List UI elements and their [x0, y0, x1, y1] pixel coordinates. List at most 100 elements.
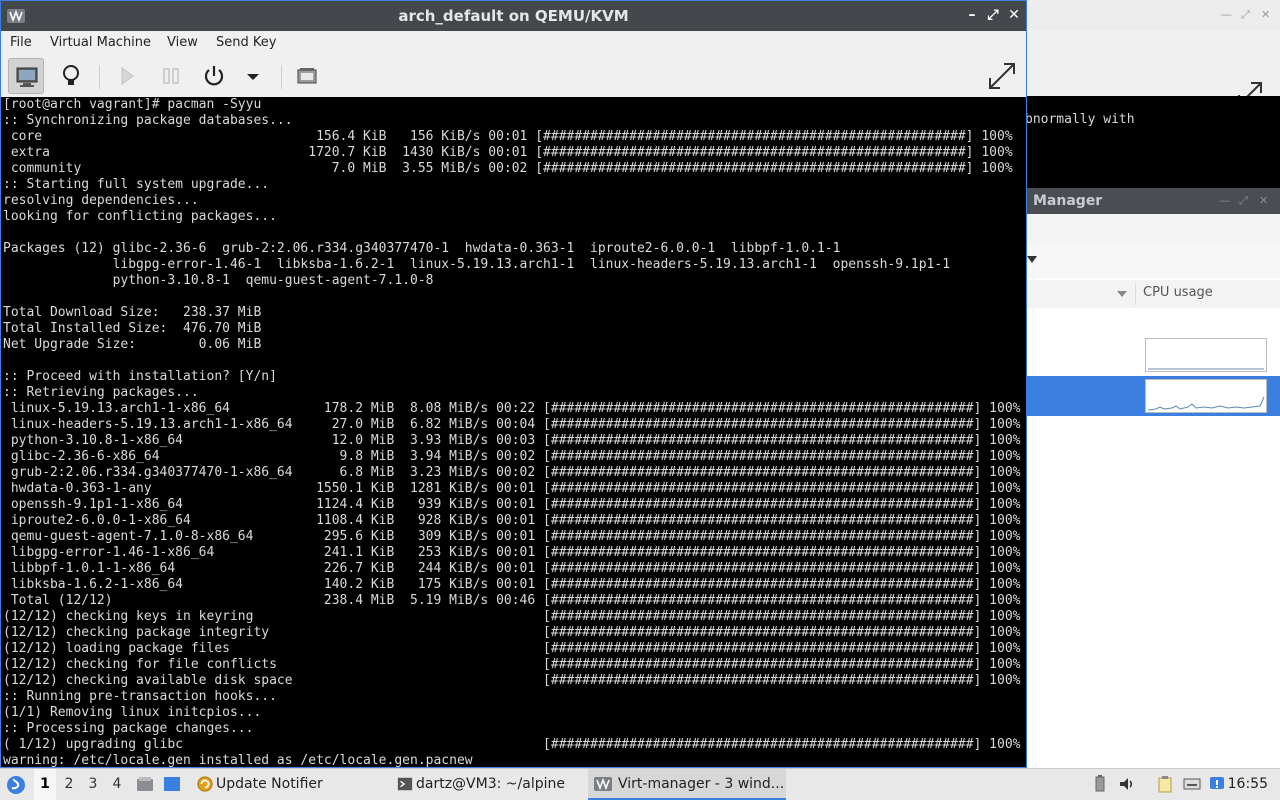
task-virt-manager[interactable]: Virt-manager - 3 wind...	[588, 769, 786, 800]
toolbar	[1, 55, 1026, 97]
cpu-usage-column-header[interactable]: CPU usage	[1143, 285, 1213, 300]
window-titlebar[interactable]: arch_default on QEMU/KVM – ⤢ ✕	[1, 1, 1026, 31]
console-line: linux-5.19.13.arch1-1-x86_64 178.2 MiB 8…	[3, 401, 1021, 416]
vm-console-window: arch_default on QEMU/KVM – ⤢ ✕ File Virt…	[0, 0, 1027, 768]
run-button[interactable]	[109, 58, 145, 94]
console-line: grub-2:2.06.r334.g340377470-1-x86_64 6.8…	[3, 465, 1021, 480]
console-line: libbpf-1.0.1-1-x86_64 226.7 KiB 244 KiB/…	[3, 561, 1021, 576]
menu-file[interactable]: File	[10, 35, 32, 50]
fullscreen-icon	[989, 63, 1015, 89]
clipboard-icon[interactable]	[1156, 775, 1174, 793]
console-line: Packages (12) glibc-2.36-6 grub-2:2.06.r…	[3, 241, 841, 256]
bg-minimize-icon[interactable]: —	[1221, 8, 1232, 21]
shutdown-menu-button[interactable]	[237, 58, 269, 94]
background-terminal-text: bnormally with	[1025, 112, 1135, 127]
toolbar-separator	[99, 65, 100, 89]
window-title: arch_default on QEMU/KVM	[398, 7, 629, 25]
task-label: Virt-manager - 3 wind...	[618, 776, 785, 792]
background-toolbar	[1025, 30, 1280, 106]
console-line: libksba-1.6.2-1-x86_64 140.2 KiB 175 KiB…	[3, 577, 1021, 592]
menu-view[interactable]: View	[167, 35, 198, 50]
screenshot-icon	[297, 68, 317, 84]
update-notifier-icon	[197, 776, 213, 792]
start-menu-icon[interactable]	[6, 775, 26, 795]
workspace-1[interactable]: 1	[34, 769, 56, 800]
console-line: warning: /etc/locale.gen installed as /e…	[3, 753, 473, 767]
column-separator	[1135, 283, 1136, 305]
show-details-button[interactable]	[53, 58, 89, 94]
show-console-button[interactable]	[8, 58, 44, 94]
toolbar-separator	[281, 65, 282, 89]
virt-manager-icon	[594, 777, 612, 791]
vmm-maximize-icon[interactable]: ⤢	[1239, 188, 1248, 214]
vmm-close-icon[interactable]: ✕	[1259, 188, 1268, 214]
background-terminal: bnormally with	[1025, 96, 1280, 188]
console-line: qemu-guest-agent-7.1.0-8-x86_64 295.6 Ki…	[3, 529, 1021, 544]
desktop-icon[interactable]	[163, 775, 181, 793]
play-icon	[121, 67, 134, 85]
console-line: (12/12) checking available disk space [#…	[3, 673, 1021, 688]
lightbulb-icon	[63, 65, 79, 85]
console-line: libgpg-error-1.46-1 libksba-1.6.2-1 linu…	[3, 257, 951, 272]
console-line: python-3.10.8-1-x86_64 12.0 MiB 3.93 MiB…	[3, 433, 1021, 448]
workspace-3[interactable]: 3	[82, 769, 104, 800]
volume-icon[interactable]	[1118, 775, 1136, 793]
virt-manager-window: Manager — ⤢ ✕ CPU usage	[1025, 188, 1280, 770]
clock[interactable]: 16:55	[1228, 769, 1268, 800]
shutdown-button[interactable]	[196, 58, 232, 94]
menu-virtual-machine[interactable]: Virtual Machine	[50, 35, 151, 50]
cpu-usage-graph	[1145, 379, 1267, 413]
console-line: :: Starting full system upgrade...	[3, 177, 270, 192]
keyboard-icon[interactable]	[1183, 775, 1201, 793]
vm-list-row[interactable]	[1025, 308, 1280, 376]
power-icon	[204, 66, 224, 86]
minimize-icon[interactable]: –	[963, 6, 981, 24]
virt-manager-toolbar	[1025, 214, 1280, 245]
console-line: Total (12/12) 238.4 MiB 5.19 MiB/s 00:46…	[3, 593, 1021, 608]
console-line: python-3.10.8-1 qemu-guest-agent-7.1.0-8	[3, 273, 434, 288]
task-label: Update Notifier	[216, 776, 323, 792]
notification-icon[interactable]	[1208, 775, 1226, 793]
console-line: :: Running pre-transaction hooks...	[3, 689, 277, 704]
vm-list-header: CPU usage	[1025, 280, 1280, 309]
bg-maximize-icon[interactable]: ⤢	[1241, 8, 1250, 22]
bg-close-icon[interactable]: ✕	[1261, 8, 1270, 21]
console-line: (12/12) loading package files [#########…	[3, 641, 1021, 656]
maximize-icon[interactable]: ⤢	[984, 6, 1002, 24]
console-line: community 7.0 MiB 3.55 MiB/s 00:02 [####…	[3, 161, 1013, 176]
console-line: libgpg-error-1.46-1-x86_64 241.1 KiB 253…	[3, 545, 1021, 560]
console-line: ( 1/12) upgrading glibc [###############…	[3, 737, 1021, 752]
console-line: hwdata-0.363-1-any 1550.1 KiB 1281 KiB/s…	[3, 481, 1021, 496]
console-line: :: Proceed with installation? [Y/n]	[3, 369, 277, 384]
fullscreen-button[interactable]	[984, 58, 1020, 94]
battery-icon[interactable]	[1091, 775, 1109, 793]
task-terminal[interactable]: dartz@VM3: ~/alpine	[392, 769, 582, 800]
terminal-icon	[397, 777, 413, 791]
console-line: :: Synchronizing package databases...	[3, 113, 293, 128]
task-update-notifier[interactable]: Update Notifier	[192, 769, 382, 800]
console-line: (12/12) checking package integrity [####…	[3, 625, 1021, 640]
vm-console-screen[interactable]: [root@arch vagrant]# pacman -Syyu:: Sync…	[1, 97, 1026, 767]
screenshot-button[interactable]	[289, 58, 325, 94]
console-line: core 156.4 KiB 156 KiB/s 00:01 [########…	[3, 129, 1013, 144]
chevron-down-icon[interactable]	[1027, 256, 1037, 263]
virt-manager-filter-bar	[1025, 244, 1280, 278]
vm-list-row-selected[interactable]	[1025, 376, 1280, 416]
console-line: :: Processing package changes...	[3, 721, 254, 736]
pause-icon	[163, 68, 179, 84]
monitor-icon	[16, 67, 38, 87]
workspace-2[interactable]: 2	[58, 769, 80, 800]
close-icon[interactable]: ✕	[1005, 6, 1023, 24]
console-line: (12/12) checking for file conflicts [###…	[3, 657, 1021, 672]
pause-button[interactable]	[153, 58, 189, 94]
file-manager-icon[interactable]	[136, 775, 154, 793]
task-label: dartz@VM3: ~/alpine	[416, 776, 565, 792]
menu-send-key[interactable]: Send Key	[216, 35, 276, 50]
console-line: looking for conflicting packages...	[3, 209, 277, 224]
console-line: Total Installed Size: 476.70 MiB	[3, 321, 262, 336]
background-window: — ⤢ ✕ bnormally with Manager — ⤢ ✕ CPU u…	[1025, 0, 1280, 770]
vmm-minimize-icon[interactable]: —	[1219, 188, 1230, 214]
sort-arrow-icon[interactable]	[1117, 291, 1127, 297]
console-line: (1/1) Removing linux initcpios...	[3, 705, 262, 720]
workspace-4[interactable]: 4	[106, 769, 128, 800]
